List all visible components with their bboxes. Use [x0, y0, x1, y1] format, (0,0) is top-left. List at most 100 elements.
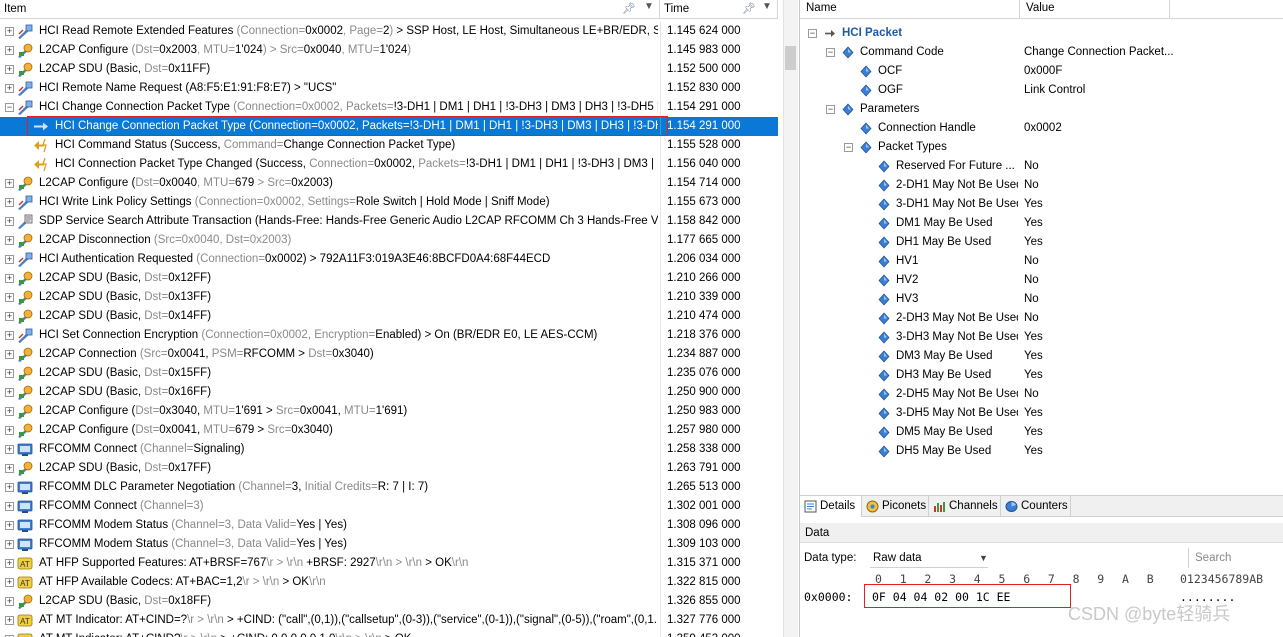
packet-row[interactable]: + RFCOMM Modem Status (Channel=3, Data Va… [0, 535, 778, 554]
expand-icon[interactable]: + [5, 293, 14, 302]
expand-icon[interactable]: + [5, 217, 14, 226]
packet-row[interactable]: + L2CAP Configure (Dst=0x0041, MTU=679 > … [0, 421, 778, 440]
expand-icon[interactable]: + [5, 445, 14, 454]
tab-piconets[interactable]: Piconets [862, 496, 929, 517]
property-row[interactable]: DH1 May Be Used Yes [800, 233, 1283, 252]
property-row[interactable]: HV3 No [800, 290, 1283, 309]
packet-row[interactable]: + RFCOMM Connect (Channel=Signaling) 1.258… [0, 440, 778, 459]
expand-icon[interactable]: + [5, 407, 14, 416]
packet-row[interactable]: + HCI Write Link Policy Settings (Connect… [0, 193, 778, 212]
packet-row[interactable]: + L2CAP SDU (Basic, Dst=0x14FF) 1.210 474 … [0, 307, 778, 326]
expand-icon[interactable]: + [5, 464, 14, 473]
expand-icon[interactable]: + [5, 255, 14, 264]
expand-icon[interactable]: + [5, 578, 14, 587]
expand-icon[interactable]: + [5, 198, 14, 207]
data-type-select[interactable]: Raw data [870, 548, 988, 568]
expand-icon[interactable]: + [5, 27, 14, 36]
column-header-item[interactable]: Item [0, 0, 660, 19]
column-header-value[interactable]: Value [1020, 0, 1170, 19]
packet-row[interactable]: + HCI Authentication Requested (Connectio… [0, 250, 778, 269]
collapse-icon[interactable]: − [5, 103, 14, 112]
collapse-icon[interactable]: − [826, 48, 835, 57]
expand-icon[interactable]: + [5, 65, 14, 74]
property-row[interactable]: DM5 May Be Used Yes [800, 423, 1283, 442]
property-row[interactable]: 3-DH5 May Not Be Used Yes [800, 404, 1283, 423]
expand-icon[interactable]: + [5, 84, 14, 93]
property-row[interactable]: 3-DH3 May Not Be Used Yes [800, 328, 1283, 347]
collapse-icon[interactable]: − [808, 29, 817, 38]
property-row[interactable]: DM1 May Be Used Yes [800, 214, 1283, 233]
packet-row[interactable]: + L2CAP Configure (Dst=0x2003, MTU=1'024)… [0, 41, 778, 60]
packet-row[interactable]: + HCI Read Remote Extended Features (Conn… [0, 22, 778, 41]
property-group-title[interactable]: − HCI Packet [800, 24, 1283, 43]
expand-icon[interactable]: + [5, 274, 14, 283]
tab-counters[interactable]: Counters [1001, 496, 1071, 517]
property-row[interactable]: 2-DH3 May Not Be Used No [800, 309, 1283, 328]
filter-dropdown-icon[interactable]: ▼ [644, 1, 654, 12]
property-row[interactable]: OCF 0x000F [800, 62, 1283, 81]
property-row[interactable]: 2-DH1 May Not Be Used No [800, 176, 1283, 195]
property-row[interactable]: HV2 No [800, 271, 1283, 290]
packet-row[interactable]: + RFCOMM DLC Parameter Negotiation (Chann… [0, 478, 778, 497]
property-row[interactable]: Connection Handle 0x0002 [800, 119, 1283, 138]
packet-row[interactable]: + L2CAP SDU (Basic, Dst=0x17FF) 1.263 791 … [0, 459, 778, 478]
packet-row[interactable]: + AT AT MT Indicator: AT+CIND=?\r > \r\n >… [0, 611, 778, 630]
expand-icon[interactable]: + [5, 369, 14, 378]
expand-icon[interactable]: + [5, 597, 14, 606]
expand-icon[interactable]: + [5, 46, 14, 55]
property-row[interactable]: DH3 May Be Used Yes [800, 366, 1283, 385]
packet-row[interactable]: +ATAT MT Indicator: AT+CIND?\r > \r\n > … [0, 630, 778, 637]
property-row[interactable]: DH5 May Be Used Yes [800, 442, 1283, 461]
expand-icon[interactable]: + [5, 331, 14, 340]
property-row[interactable]: − Command Code Change Connection Packet... [800, 43, 1283, 62]
expand-icon[interactable]: + [5, 236, 14, 245]
property-row[interactable]: OGF Link Control [800, 81, 1283, 100]
packet-row[interactable]: + RFCOMM Modem Status (Channel=3, Data Va… [0, 516, 778, 535]
collapse-icon[interactable]: − [826, 105, 835, 114]
packet-row[interactable]: + L2CAP Disconnection (Src=0x0040, Dst=0x… [0, 231, 778, 250]
packet-row[interactable]: HCI Command Status (Success, Command=Cha… [0, 136, 778, 155]
packet-row[interactable]: + L2CAP Connection (Src=0x0041, PSM=RFCOM… [0, 345, 778, 364]
expand-icon[interactable]: + [5, 350, 14, 359]
packet-row[interactable]: HCI Connection Packet Type Changed (Succ… [0, 155, 778, 174]
packet-row[interactable]: + L2CAP Configure (Dst=0x0040, MTU=679 > … [0, 174, 778, 193]
tab-details[interactable]: Details [800, 496, 862, 517]
scrollbar-thumb[interactable] [785, 46, 796, 70]
vertical-scrollbar[interactable] [783, 0, 798, 637]
pin-icon[interactable]: 📌︎ [742, 2, 756, 15]
packet-row[interactable]: + L2CAP Configure (Dst=0x3040, MTU=1'691 … [0, 402, 778, 421]
expand-icon[interactable]: + [5, 521, 14, 530]
property-row[interactable]: HV1 No [800, 252, 1283, 271]
packet-row[interactable]: + L2CAP SDU (Basic, Dst=0x12FF) 1.210 266 … [0, 269, 778, 288]
property-row[interactable]: Reserved For Future ... No [800, 157, 1283, 176]
packet-row[interactable]: + L2CAP SDU (Basic, Dst=0x16FF) 1.250 900 … [0, 383, 778, 402]
expand-icon[interactable]: + [5, 559, 14, 568]
property-row[interactable]: 3-DH1 May Not Be Used Yes [800, 195, 1283, 214]
expand-icon[interactable]: + [5, 426, 14, 435]
packet-row[interactable]: + L2CAP SDU (Basic, Dst=0x13FF) 1.210 339 … [0, 288, 778, 307]
packet-row[interactable]: − HCI Change Connection Packet Type (Conn… [0, 98, 778, 117]
search-input[interactable]: Search [1188, 548, 1283, 568]
property-row[interactable]: − Packet Types [800, 138, 1283, 157]
pin-icon[interactable]: 📌︎ [622, 2, 636, 15]
packet-row[interactable]: + L2CAP SDU (Basic, Dst=0x11FF) 1.152 500 … [0, 60, 778, 79]
packet-row[interactable]: + HCI Set Connection Encryption (Connecti… [0, 326, 778, 345]
expand-icon[interactable]: + [5, 312, 14, 321]
tab-channels[interactable]: Channels [929, 496, 1001, 517]
chevron-down-icon[interactable]: ▼ [979, 548, 988, 568]
packet-row[interactable]: + AT AT HFP Available Codecs: AT+BAC=1,2\r… [0, 573, 778, 592]
expand-icon[interactable]: + [5, 388, 14, 397]
collapse-icon[interactable]: − [844, 143, 853, 152]
property-row[interactable]: DM3 May Be Used Yes [800, 347, 1283, 366]
column-header-name[interactable]: Name [800, 0, 1020, 19]
packet-row[interactable]: + RFCOMM Connect (Channel=3) 1.302 001 000 [0, 497, 778, 516]
expand-icon[interactable]: + [5, 540, 14, 549]
packet-row[interactable]: + L2CAP SDU (Basic, Dst=0x15FF) 1.235 076 … [0, 364, 778, 383]
expand-icon[interactable]: + [5, 616, 14, 625]
packet-row[interactable]: + HCI Remote Name Request (A8:F5:E1:91:F8… [0, 79, 778, 98]
packet-row[interactable]: + L2CAP SDU (Basic, Dst=0x18FF) 1.326 855 … [0, 592, 778, 611]
packet-row[interactable]: + AT AT HFP Supported Features: AT+BRSF=76… [0, 554, 778, 573]
filter-dropdown-icon[interactable]: ▼ [762, 1, 772, 12]
expand-icon[interactable]: + [5, 483, 14, 492]
column-header-time[interactable]: Time [660, 0, 778, 19]
